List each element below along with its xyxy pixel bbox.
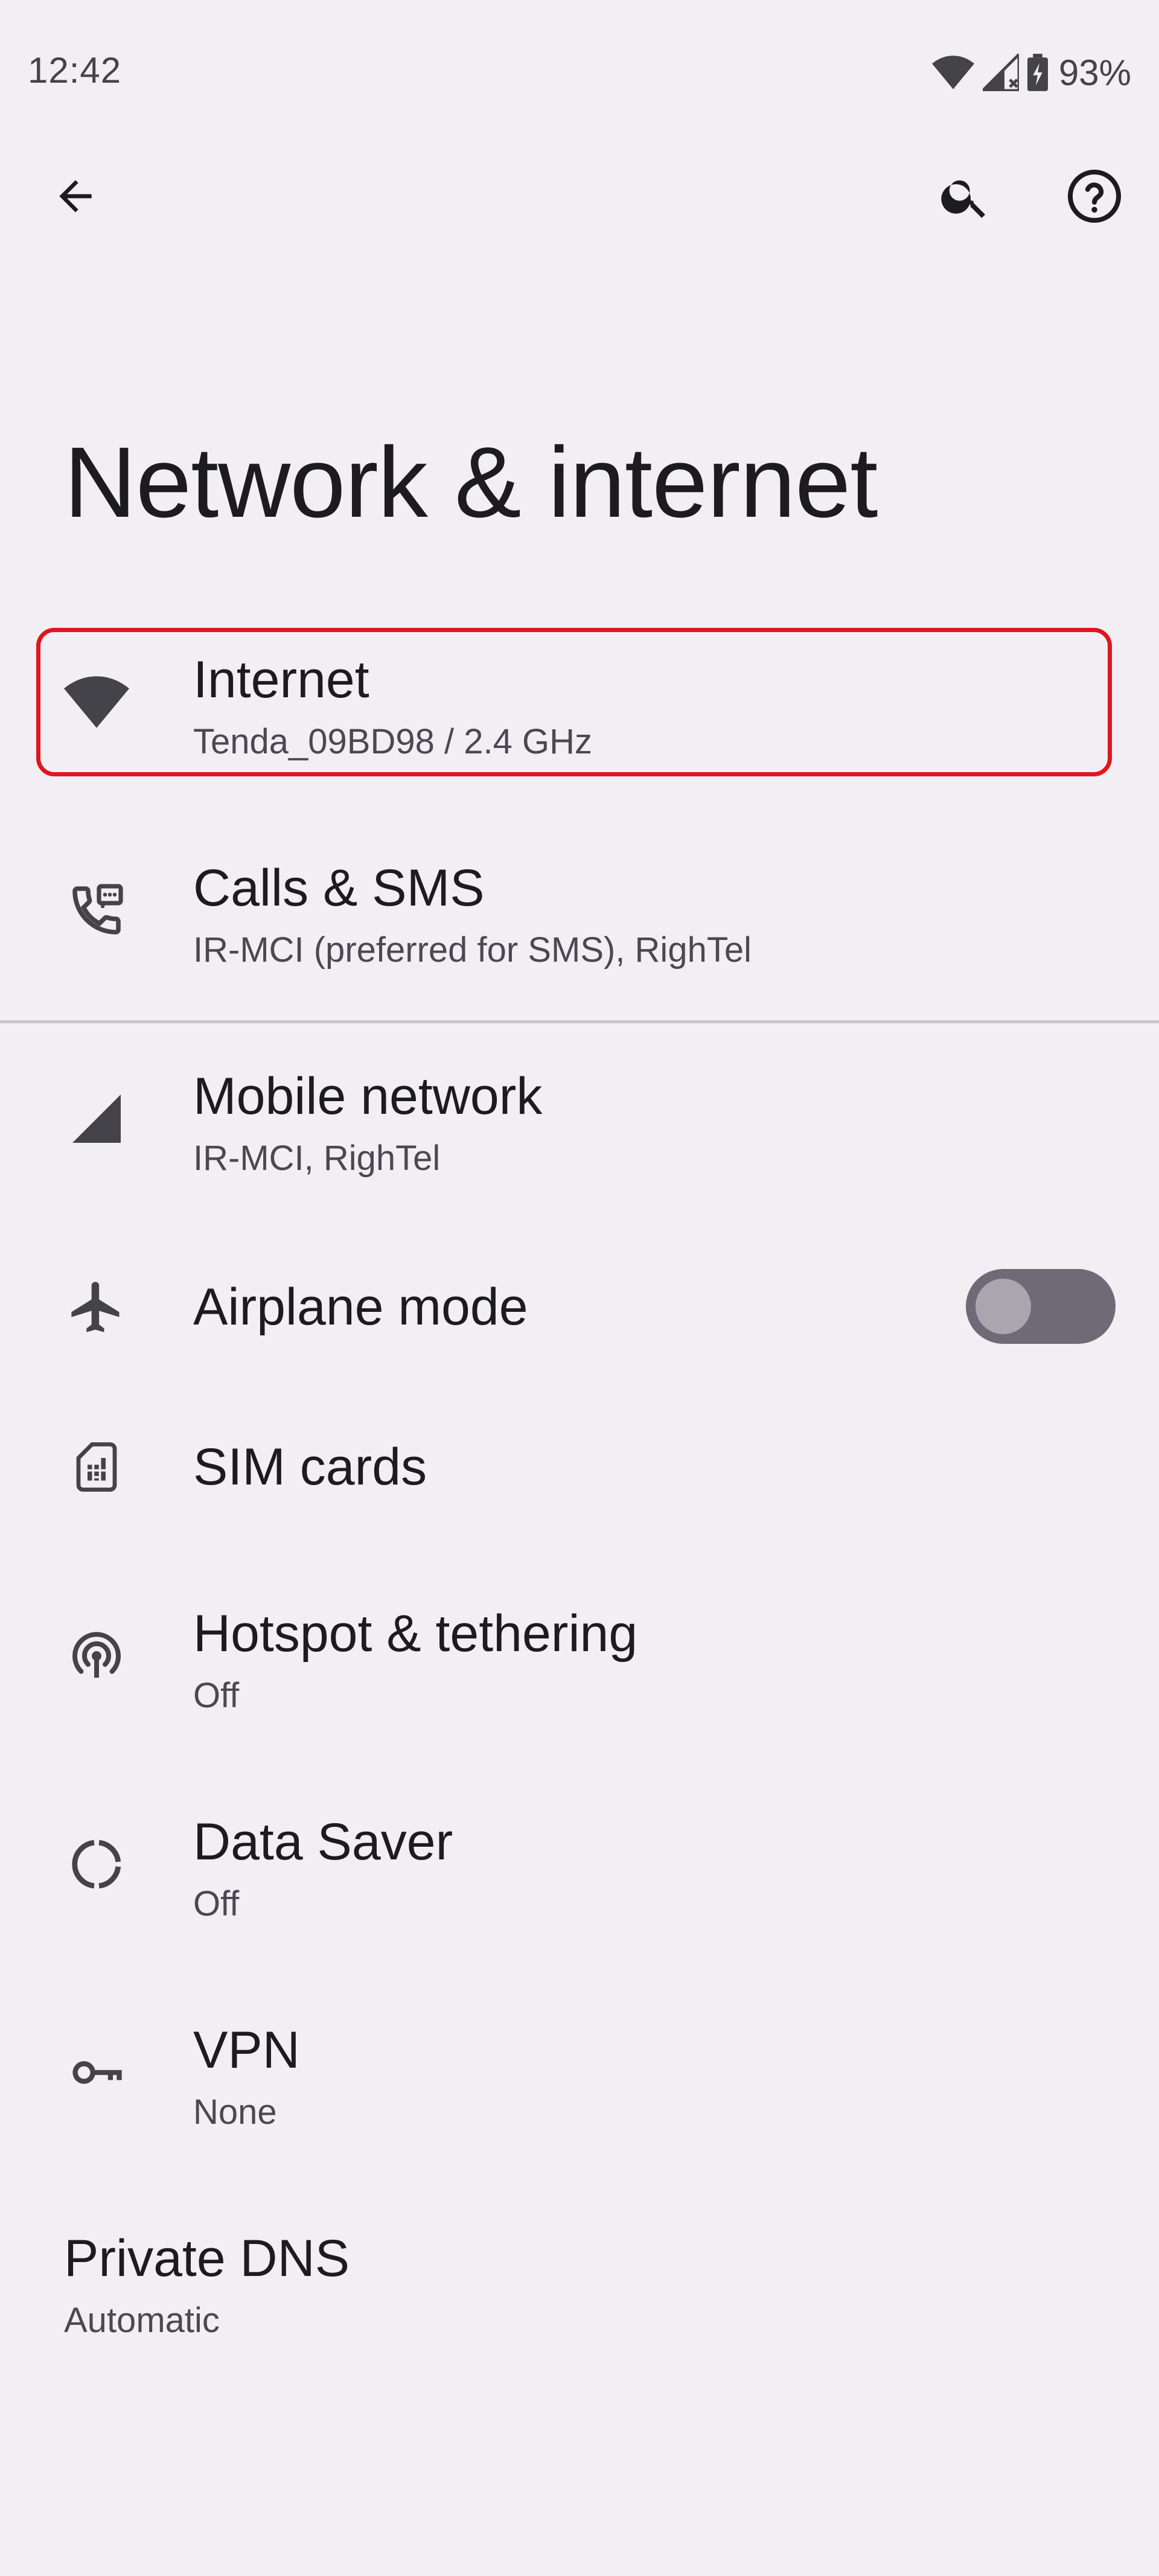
phone-sms-icon: [60, 874, 133, 947]
section-divider: [0, 1020, 1159, 1023]
back-button[interactable]: [30, 152, 121, 243]
search-icon: [938, 169, 992, 226]
hotspot-item[interactable]: Hotspot & tethering Off: [0, 1582, 1159, 1730]
vpn-key-icon: [60, 2036, 133, 2109]
status-time: 12:42: [28, 50, 122, 91]
signal-icon: [60, 1082, 133, 1155]
hotspot-icon: [60, 1620, 133, 1692]
hotspot-title: Hotspot & tethering: [193, 1605, 638, 1663]
calls-sms-subtitle: IR-MCI (preferred for SMS), RighTel: [193, 930, 752, 970]
data-saver-icon: [60, 1828, 133, 1900]
private-dns-title: Private DNS: [64, 2229, 350, 2287]
status-bar: 12:42 93%: [0, 0, 1159, 145]
hotspot-subtitle: Off: [193, 1676, 240, 1715]
data-saver-title: Data Saver: [193, 1813, 453, 1871]
private-dns-item[interactable]: Private DNS Automatic: [0, 2207, 1159, 2355]
status-icons: 93%: [931, 48, 1131, 97]
data-saver-subtitle: Off: [193, 1884, 240, 1923]
vpn-subtitle: None: [193, 2092, 277, 2132]
back-arrow-icon: [51, 172, 100, 223]
sim-cards-item[interactable]: SIM cards: [0, 1413, 1159, 1521]
help-button[interactable]: [1049, 152, 1140, 243]
data-saver-item[interactable]: Data Saver Off: [0, 1790, 1159, 1938]
help-icon: [1065, 167, 1123, 228]
airplane-mode-title: Airplane mode: [193, 1278, 528, 1336]
page-title: Network & internet: [64, 427, 878, 539]
calls-sms-title: Calls & SMS: [193, 859, 485, 917]
battery-percentage: 93%: [1058, 52, 1131, 93]
mobile-network-subtitle: IR-MCI, RighTel: [193, 1139, 441, 1178]
private-dns-subtitle: Automatic: [64, 2301, 220, 2340]
cell-signal-icon: [982, 54, 1019, 91]
internet-highlight: [36, 628, 1112, 776]
battery-charging-icon: [1027, 54, 1048, 91]
mobile-network-title: Mobile network: [193, 1067, 543, 1125]
toggle-knob: [975, 1279, 1031, 1334]
sim-cards-title: SIM cards: [193, 1438, 427, 1496]
app-bar: [0, 145, 1159, 251]
airplane-mode-toggle[interactable]: [966, 1269, 1116, 1344]
vpn-title: VPN: [193, 2021, 300, 2079]
calls-sms-item[interactable]: Calls & SMS IR-MCI (preferred for SMS), …: [0, 836, 1159, 985]
wifi-status-icon: [931, 56, 974, 89]
mobile-network-item[interactable]: Mobile network IR-MCI, RighTel: [0, 1044, 1159, 1193]
search-button[interactable]: [920, 152, 1011, 243]
vpn-item[interactable]: VPN None: [0, 1998, 1159, 2147]
sim-card-icon: [60, 1431, 133, 1503]
airplane-icon: [60, 1271, 133, 1343]
